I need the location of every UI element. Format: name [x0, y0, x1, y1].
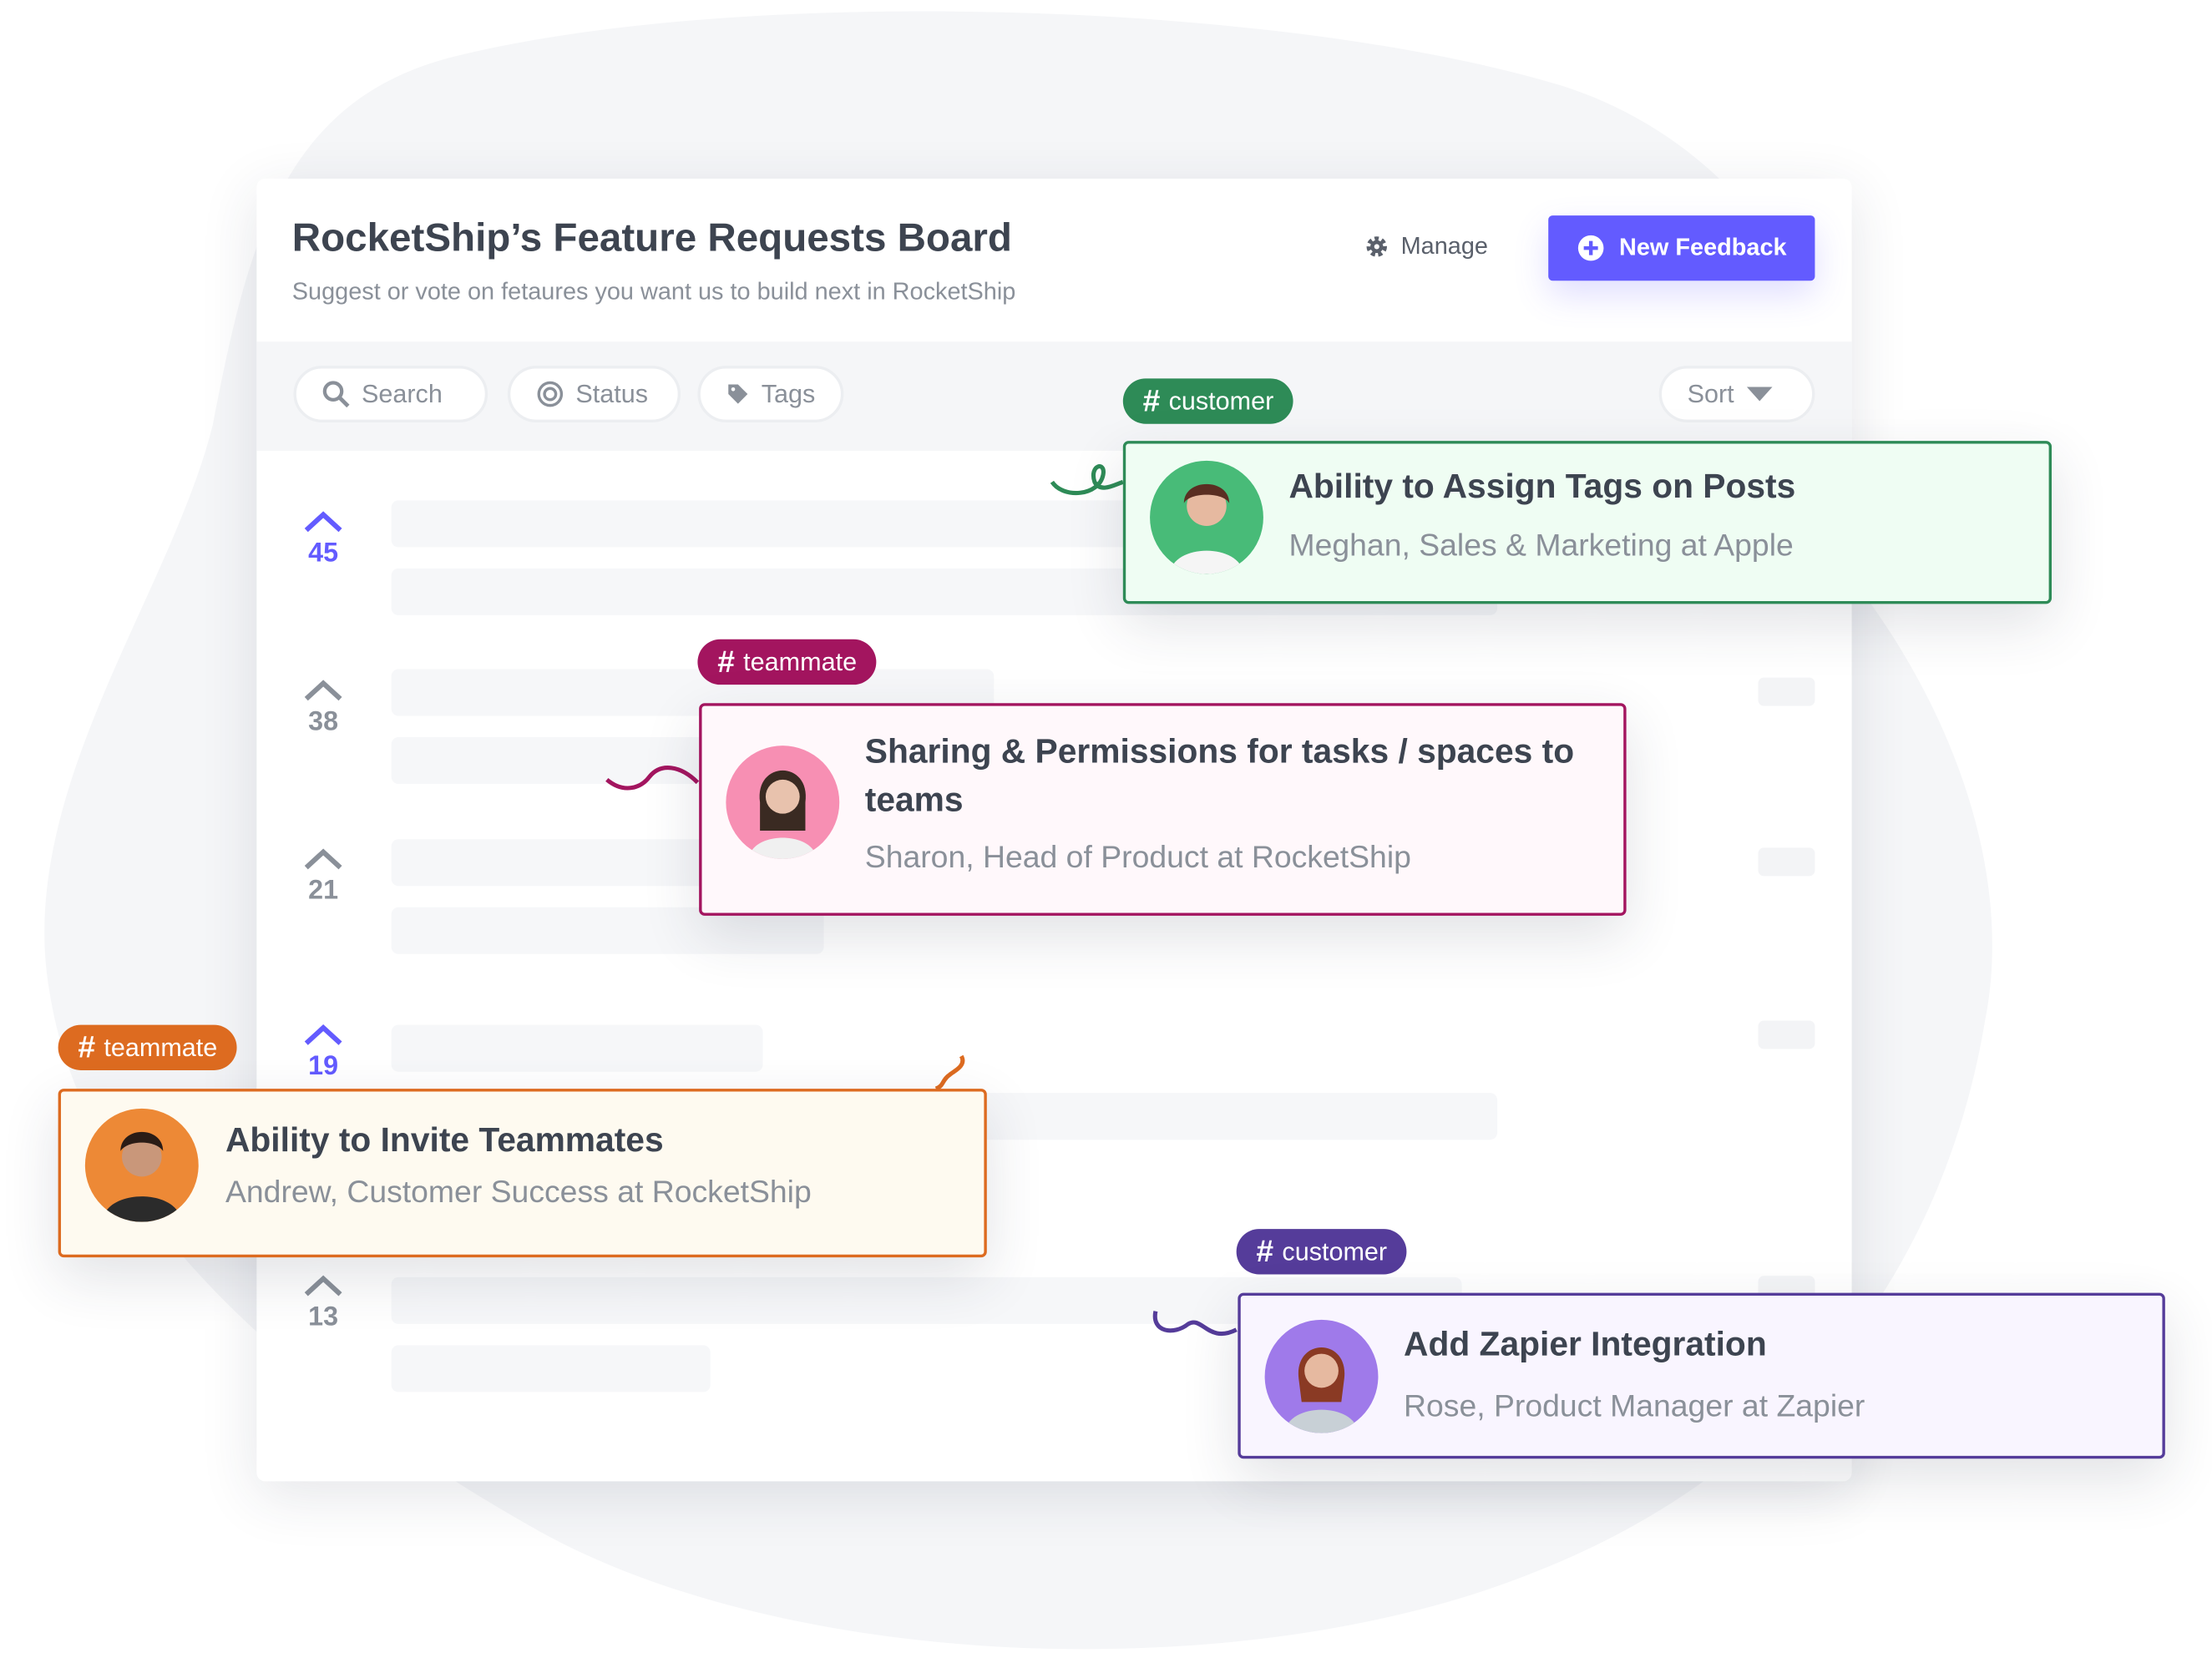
card-author: Andrew, Customer Success at RocketShip: [225, 1173, 812, 1210]
card-title: Ability to Assign Tags on Posts: [1288, 468, 1796, 507]
card-title: Add Zapier Integration: [1404, 1325, 1767, 1364]
avatar: [1264, 1319, 1379, 1433]
feedback-card[interactable]: Ability to Invite Teammates Andrew, Cust…: [58, 1089, 987, 1258]
avatar: [1150, 460, 1263, 574]
avatar: [726, 746, 840, 859]
feedback-card[interactable]: Add Zapier Integration Rose, Product Man…: [1238, 1292, 2165, 1459]
card-title: Sharing & Permissions for tasks / spaces…: [864, 732, 1575, 820]
tag-label: teammate: [743, 647, 858, 676]
hash-icon: #: [717, 643, 735, 680]
hash-icon: #: [78, 1029, 96, 1065]
tag-teammate[interactable]: # teammate: [58, 1024, 238, 1070]
card-author: Rose, Product Manager at Zapier: [1404, 1388, 1865, 1423]
tag-customer[interactable]: # customer: [1122, 378, 1294, 424]
tag-customer[interactable]: # customer: [1236, 1229, 1407, 1275]
tag-label: customer: [1168, 386, 1274, 415]
card-title: Ability to Invite Teammates: [225, 1121, 664, 1160]
card-author: Sharon, Head of Product at RocketShip: [864, 839, 1411, 875]
feedback-card[interactable]: Ability to Assign Tags on Posts Meghan, …: [1122, 441, 2053, 604]
hash-icon: #: [1256, 1233, 1274, 1269]
hash-icon: #: [1142, 382, 1161, 418]
card-author: Meghan, Sales & Marketing at Apple: [1288, 527, 1794, 564]
avatar: [84, 1108, 199, 1222]
tag-teammate[interactable]: # teammate: [697, 639, 877, 685]
tag-label: teammate: [104, 1032, 218, 1061]
tag-label: customer: [1282, 1236, 1388, 1266]
feedback-card[interactable]: Sharing & Permissions for tasks / spaces…: [699, 703, 1627, 916]
